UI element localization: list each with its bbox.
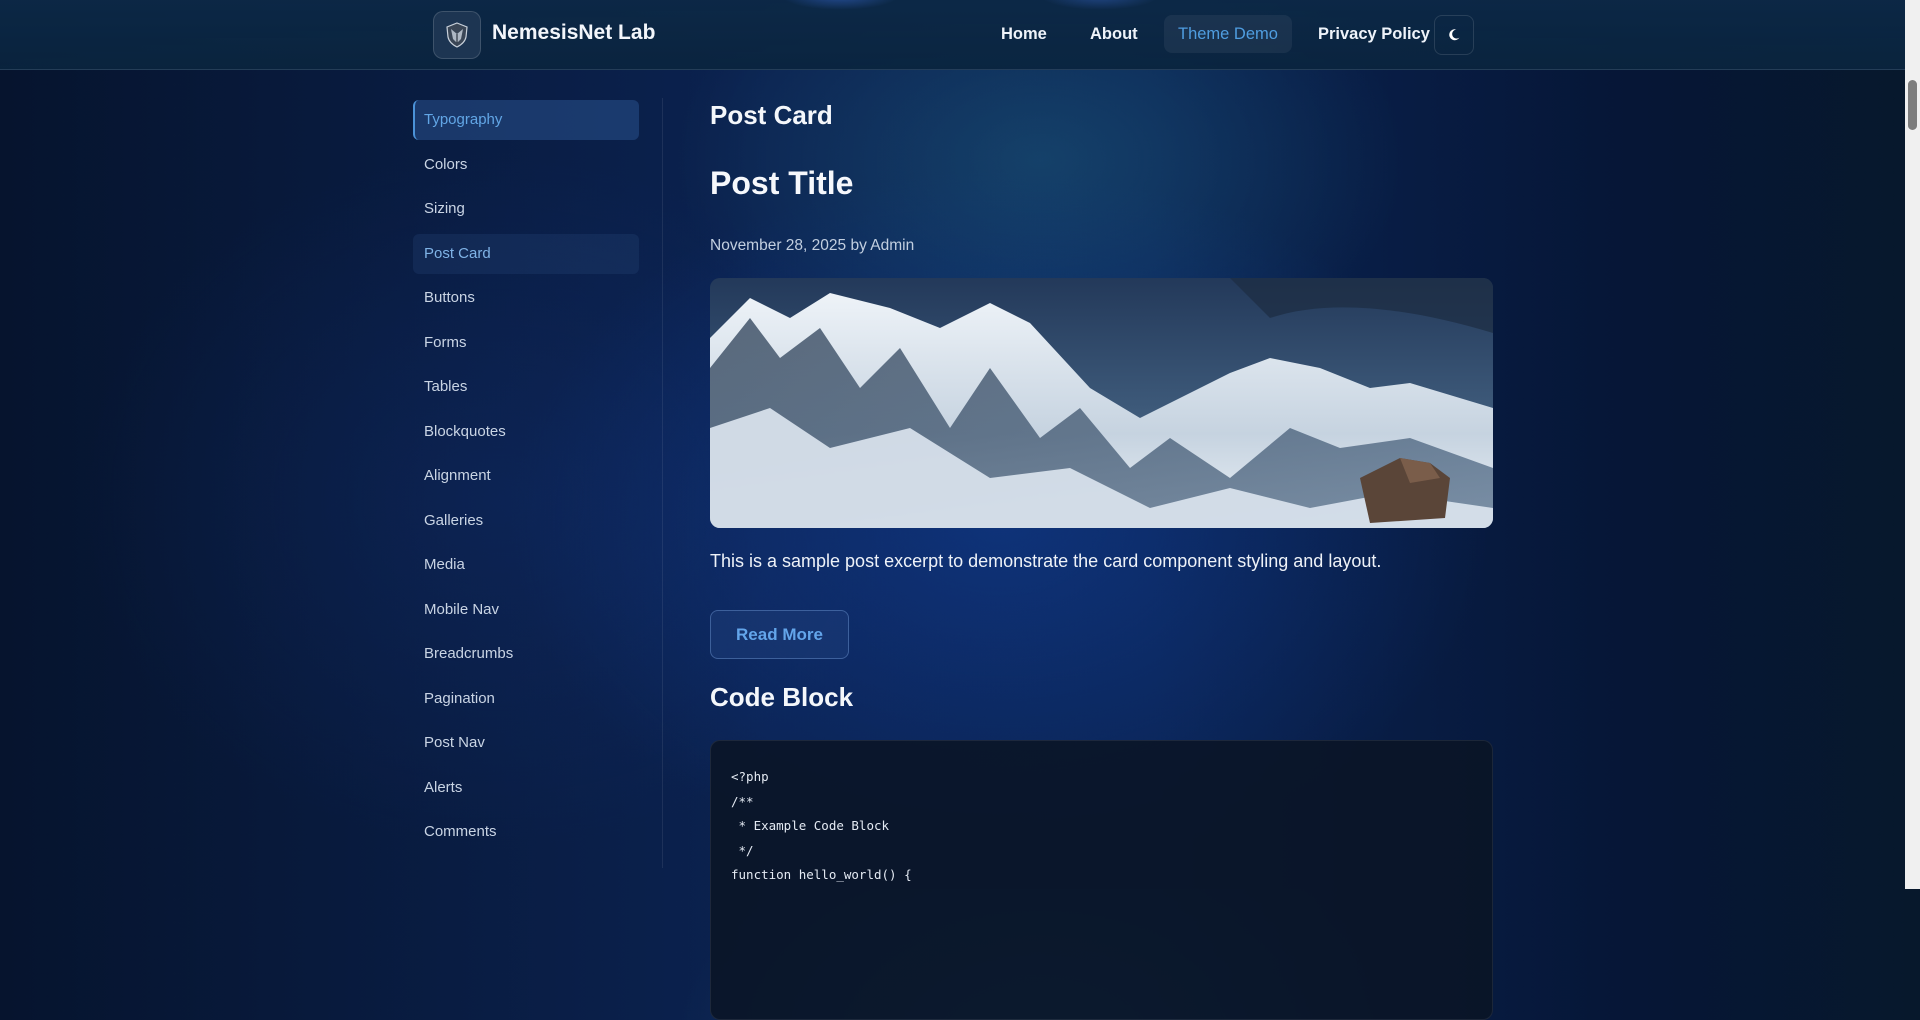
sidebar-item-mobile-nav[interactable]: Mobile Nav — [413, 590, 639, 630]
sidebar-item-tables[interactable]: Tables — [413, 367, 639, 407]
code-line: * Example Code Block — [731, 818, 890, 833]
sidebar-item-sizing[interactable]: Sizing — [413, 189, 639, 229]
main-content: Post Card Post Title November 28, 2025 b… — [710, 100, 1494, 1020]
post-title[interactable]: Post Title — [710, 165, 853, 202]
nav-about[interactable]: About — [1076, 15, 1152, 53]
sidebar-item-alerts[interactable]: Alerts — [413, 768, 639, 808]
header-glow — [780, 0, 900, 10]
code-line: /** — [731, 793, 754, 809]
sidebar-item-forms[interactable]: Forms — [413, 323, 639, 363]
theme-toggle-button[interactable] — [1434, 15, 1474, 55]
nav-home[interactable]: Home — [987, 15, 1061, 53]
sidebar-item-typography[interactable]: Typography — [413, 100, 639, 140]
code-line: */ — [731, 842, 754, 858]
post-meta: November 28, 2025 by Admin — [710, 237, 915, 254]
page-scrollbar-track[interactable] — [1905, 0, 1920, 889]
sidebar-divider — [662, 98, 663, 868]
sidebar-item-post-nav[interactable]: Post Nav — [413, 723, 639, 763]
section-title: Post Card — [710, 100, 833, 130]
sidebar-item-pagination[interactable]: Pagination — [413, 679, 639, 719]
page-scrollbar-thumb[interactable] — [1908, 80, 1917, 130]
nav-privacy-policy[interactable]: Privacy Policy — [1304, 15, 1444, 53]
sidebar-item-comments[interactable]: Comments — [413, 812, 639, 852]
header-glow — [1040, 0, 1160, 10]
sidebar-item-galleries[interactable]: Galleries — [413, 501, 639, 541]
site-header: NemesisNet Lab Home About Theme Demo Pri… — [0, 0, 1905, 70]
post-featured-image — [710, 278, 1493, 528]
code-block: <?php /** * Example Code Block */ functi… — [710, 740, 1493, 1020]
theme-demo-sidebar: Typography Colors Sizing Post Card Butto… — [413, 100, 639, 857]
sidebar-item-colors[interactable]: Colors — [413, 145, 639, 185]
sidebar-item-alignment[interactable]: Alignment — [413, 456, 639, 496]
sidebar-item-buttons[interactable]: Buttons — [413, 278, 639, 318]
moon-icon — [1449, 29, 1460, 41]
sidebar-item-post-card[interactable]: Post Card — [413, 233, 639, 274]
shield-logo-icon[interactable] — [433, 11, 481, 59]
sidebar-item-blockquotes[interactable]: Blockquotes — [413, 412, 639, 452]
code-line: function hello_world() { — [731, 867, 912, 882]
nav-theme-demo[interactable]: Theme Demo — [1164, 15, 1292, 53]
post-excerpt: This is a sample post excerpt to demonst… — [710, 551, 1382, 571]
sidebar-item-breadcrumbs[interactable]: Breadcrumbs — [413, 634, 639, 674]
code-line: <?php — [731, 769, 769, 784]
site-title[interactable]: NemesisNet Lab — [492, 21, 655, 45]
code-block-title: Code Block — [710, 682, 854, 712]
read-more-button[interactable]: Read More — [710, 610, 849, 659]
sidebar-item-media[interactable]: Media — [413, 545, 639, 585]
